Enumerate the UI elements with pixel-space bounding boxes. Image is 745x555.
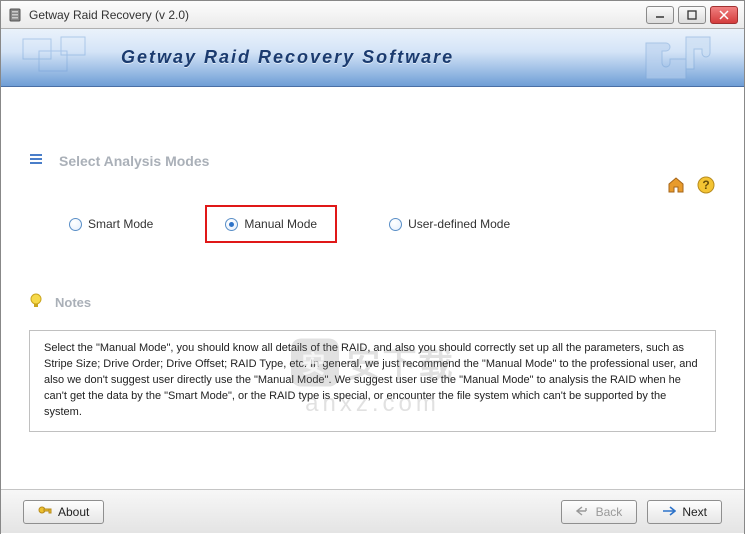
bottom-bar: About Back Next <box>1 489 744 533</box>
selected-highlight: Manual Mode <box>205 205 337 243</box>
close-button[interactable] <box>710 6 738 24</box>
section-header: Select Analysis Modes <box>29 153 716 169</box>
radio-label: User-defined Mode <box>408 217 510 231</box>
bulb-icon <box>29 293 43 312</box>
banner: Getway Raid Recovery Software <box>1 29 744 87</box>
puzzle-icon <box>636 33 726 83</box>
next-button[interactable]: Next <box>647 500 722 524</box>
radio-userdefined-mode[interactable]: User-defined Mode <box>389 217 510 231</box>
key-icon <box>38 503 52 520</box>
maximize-button[interactable] <box>678 6 706 24</box>
next-label: Next <box>682 505 707 519</box>
banner-title: Getway Raid Recovery Software <box>121 47 454 68</box>
about-button[interactable]: About <box>23 500 104 524</box>
radio-manual-mode[interactable]: Manual Mode <box>225 217 317 231</box>
arrow-left-icon <box>576 505 590 519</box>
back-label: Back <box>596 505 623 519</box>
section-title: Select Analysis Modes <box>59 153 209 169</box>
titlebar: Getway Raid Recovery (v 2.0) <box>1 1 744 29</box>
radio-label: Smart Mode <box>88 217 153 231</box>
window-title: Getway Raid Recovery (v 2.0) <box>29 8 189 22</box>
home-icon[interactable] <box>666 175 686 195</box>
notes-title: Notes <box>55 295 91 310</box>
radio-indicator <box>69 218 82 231</box>
radio-label: Manual Mode <box>244 217 317 231</box>
radio-indicator <box>389 218 402 231</box>
back-button[interactable]: Back <box>561 500 638 524</box>
svg-text:?: ? <box>702 178 709 192</box>
about-label: About <box>58 505 89 519</box>
radio-smart-mode[interactable]: Smart Mode <box>69 217 153 231</box>
help-icon[interactable]: ? <box>696 175 716 195</box>
notes-header: Notes <box>29 293 716 312</box>
modes-group: Smart Mode Manual Mode User-defined Mode <box>69 205 716 243</box>
list-icon <box>29 153 45 169</box>
arrow-right-icon <box>662 505 676 519</box>
minimize-button[interactable] <box>646 6 674 24</box>
notes-body: Select the "Manual Mode", you should kno… <box>29 330 716 432</box>
app-icon <box>7 7 23 23</box>
radio-indicator <box>225 218 238 231</box>
banner-decoration-icon <box>21 35 101 81</box>
